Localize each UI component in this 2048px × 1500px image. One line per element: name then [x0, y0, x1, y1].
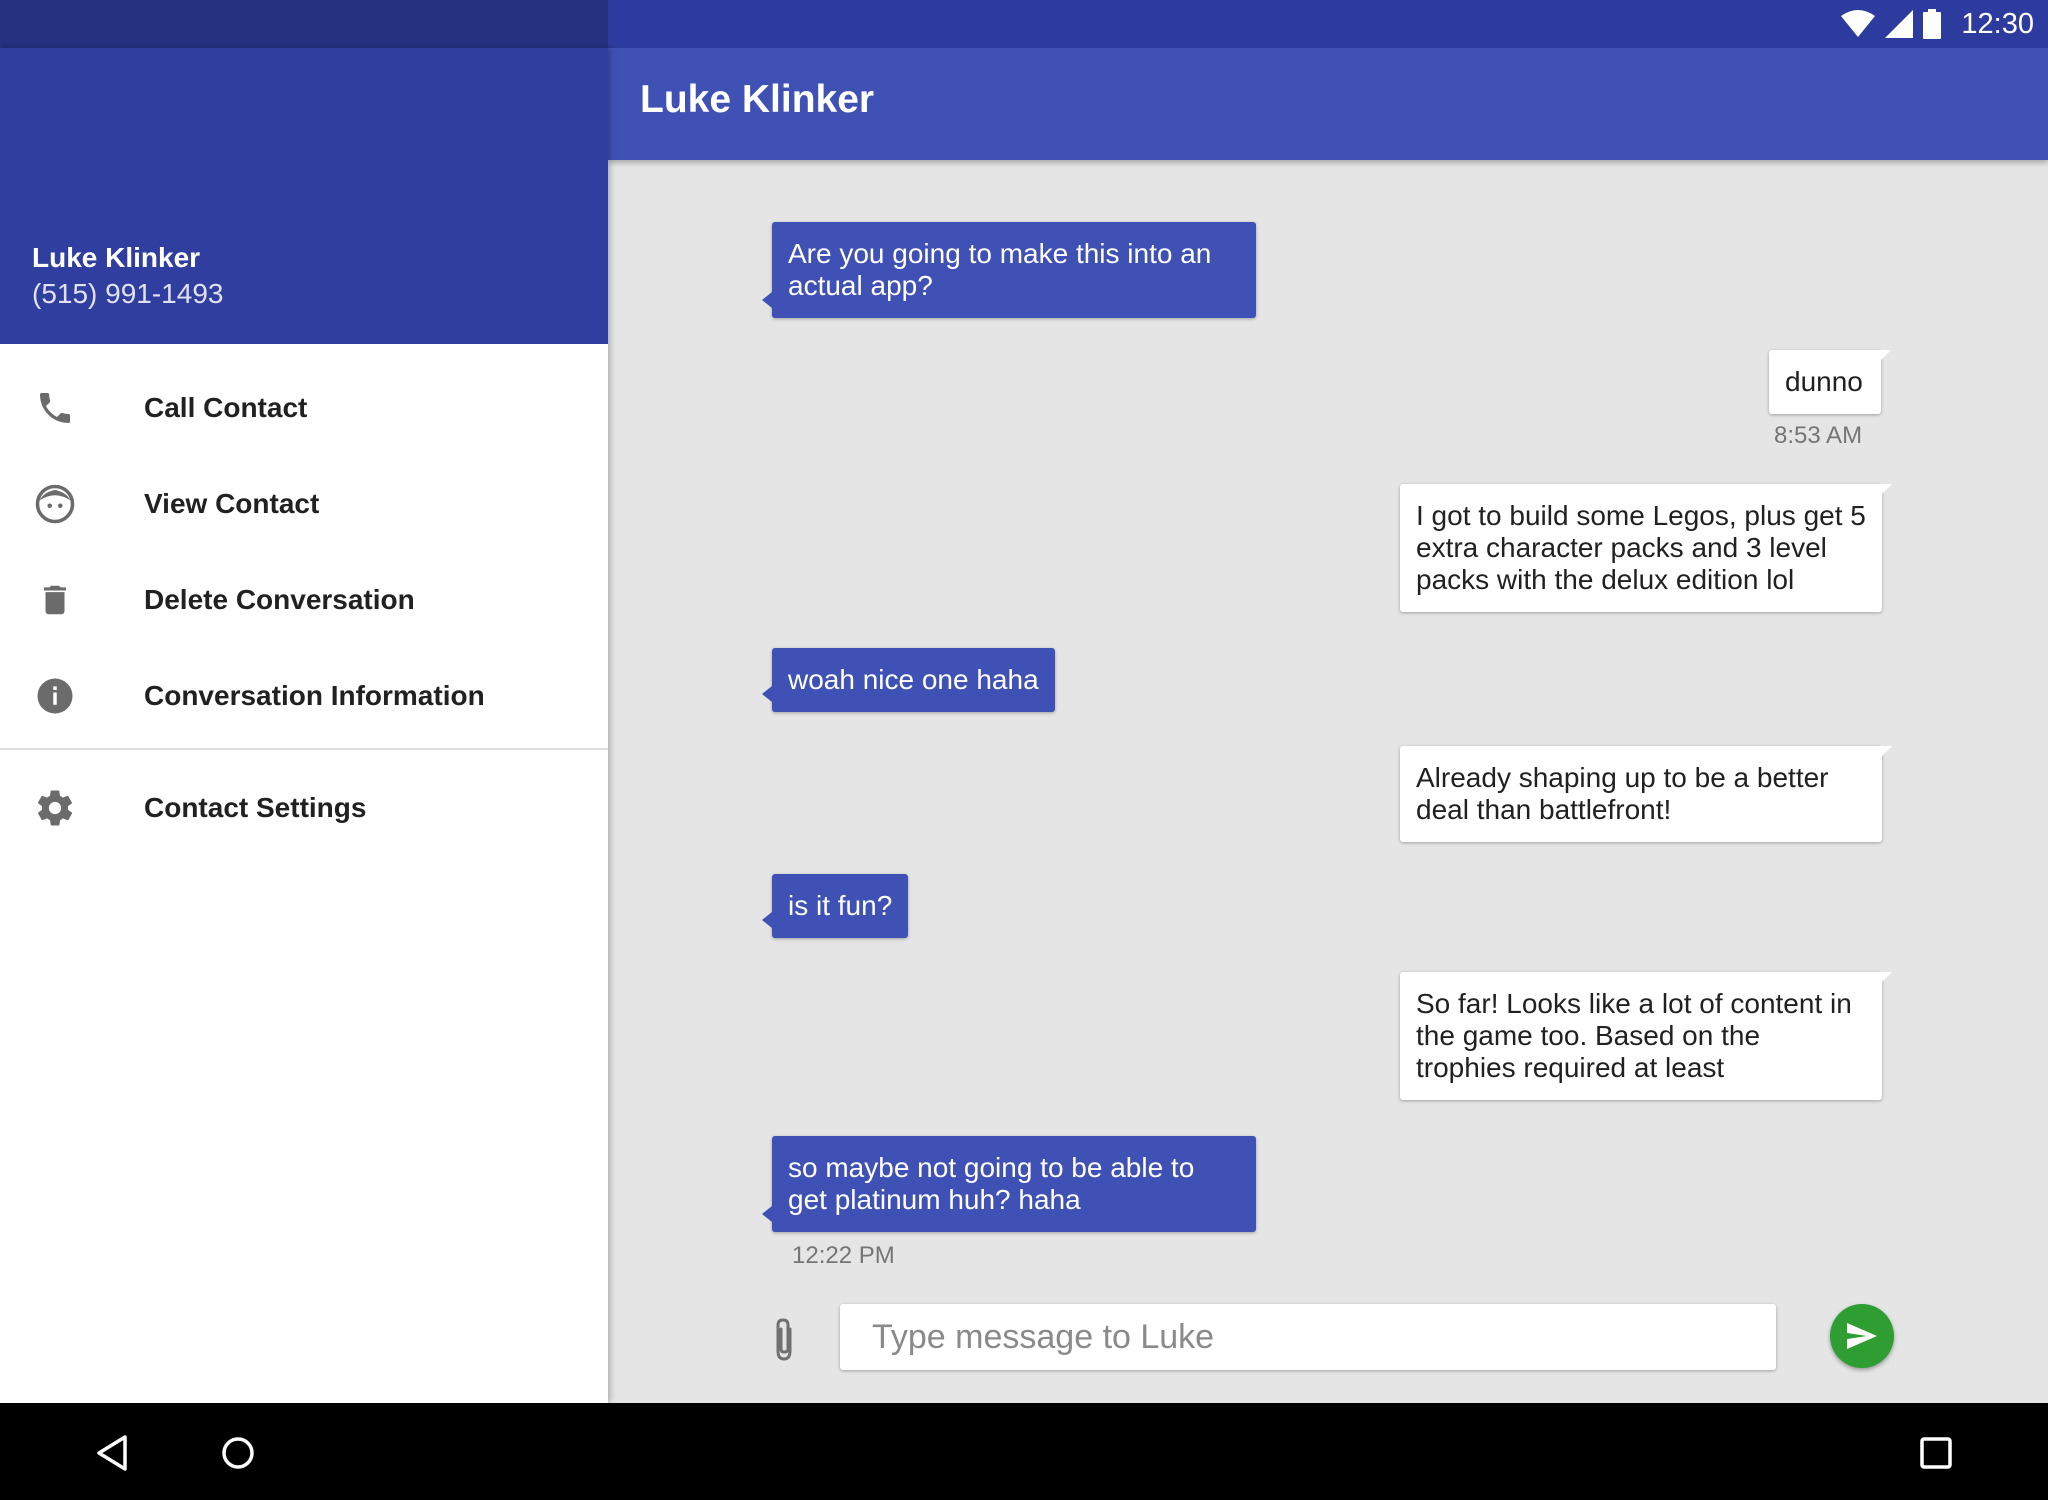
- navigation-drawer: Luke Klinker (515) 991-1493 Call Contact…: [0, 48, 608, 1403]
- gear-icon: [32, 785, 78, 831]
- message-bubble-outgoing[interactable]: I got to build some Legos, plus get 5 ex…: [1400, 484, 1892, 612]
- message-text: woah nice one haha: [788, 664, 1039, 695]
- face-icon: [32, 481, 78, 527]
- message-input[interactable]: [840, 1316, 1774, 1358]
- message-text: dunno: [1785, 366, 1863, 397]
- attach-button[interactable]: [766, 1314, 802, 1366]
- message-timestamp: 12:22 PM: [792, 1242, 895, 1269]
- info-icon: [32, 673, 78, 719]
- drawer-item-label: Call Contact: [144, 392, 308, 423]
- message-bubble-outgoing[interactable]: dunno: [1769, 350, 1891, 414]
- drawer-item-call-contact[interactable]: Call Contact: [0, 360, 608, 456]
- message-bubble-incoming[interactable]: Are you going to make this into an actua…: [762, 222, 1256, 318]
- message-text: so maybe not going to be able to get pla…: [788, 1152, 1195, 1215]
- drawer-item-delete-conversation[interactable]: Delete Conversation: [0, 552, 608, 648]
- drawer-item-view-contact[interactable]: View Contact: [0, 456, 608, 552]
- status-icons: 12:30: [1841, 0, 2034, 48]
- drawer-item-label: Conversation Information: [144, 680, 485, 711]
- drawer-header: Luke Klinker (515) 991-1493: [0, 48, 608, 344]
- wifi-icon: [1841, 10, 1876, 37]
- message-text: So far! Looks like a lot of content in t…: [1416, 988, 1852, 1083]
- send-icon: [1847, 1323, 1877, 1349]
- contact-name: Luke Klinker: [32, 242, 201, 273]
- message-compose-field[interactable]: [840, 1304, 1776, 1370]
- back-button[interactable]: [82, 1423, 142, 1483]
- message-bubble-incoming[interactable]: so maybe not going to be able to get pla…: [762, 1136, 1256, 1232]
- home-button[interactable]: [208, 1423, 268, 1483]
- message-text: is it fun?: [788, 890, 893, 921]
- app-bar: Luke Klinker: [608, 48, 2048, 160]
- conversation-title: Luke Klinker: [640, 78, 875, 121]
- delete-icon: [32, 577, 78, 623]
- drawer-item-label: Contact Settings: [144, 792, 367, 823]
- signal-icon: [1885, 10, 1914, 38]
- status-clock: 12:30: [1961, 7, 2034, 40]
- drawer-item-label: Delete Conversation: [144, 584, 415, 615]
- paperclip-icon: [776, 1318, 792, 1361]
- send-button[interactable]: [1830, 1304, 1894, 1368]
- back-icon: [97, 1435, 127, 1471]
- battery-icon: [1923, 9, 1942, 39]
- recents-button[interactable]: [1906, 1423, 1966, 1483]
- message-timestamp: 8:53 AM: [1774, 422, 1863, 449]
- system-navigation-bar: [0, 1403, 2048, 1500]
- phone-icon: [32, 385, 78, 431]
- drawer-item-contact-settings[interactable]: Contact Settings: [0, 760, 608, 856]
- message-bubble-outgoing[interactable]: So far! Looks like a lot of content in t…: [1400, 972, 1892, 1100]
- drawer-divider: [0, 748, 608, 750]
- recents-icon: [1920, 1437, 1952, 1469]
- drawer-item-conversation-information[interactable]: Conversation Information: [0, 648, 608, 744]
- message-bubble-outgoing[interactable]: Already shaping up to be a better deal t…: [1400, 746, 1892, 842]
- message-text: Are you going to make this into an actua…: [788, 238, 1212, 301]
- status-bar-drawer-scrim: [0, 0, 608, 48]
- contact-phone-number: (515) 991-1493: [32, 278, 224, 309]
- drawer-item-label: View Contact: [144, 488, 320, 519]
- status-bar: 12:30: [0, 0, 2048, 48]
- message-bubble-incoming[interactable]: woah nice one haha: [762, 648, 1055, 712]
- home-icon: [222, 1437, 254, 1469]
- message-bubble-incoming[interactable]: is it fun?: [761, 874, 909, 938]
- message-text: Already shaping up to be a better deal t…: [1416, 762, 1829, 825]
- message-text: I got to build some Legos, plus get 5 ex…: [1416, 500, 1866, 595]
